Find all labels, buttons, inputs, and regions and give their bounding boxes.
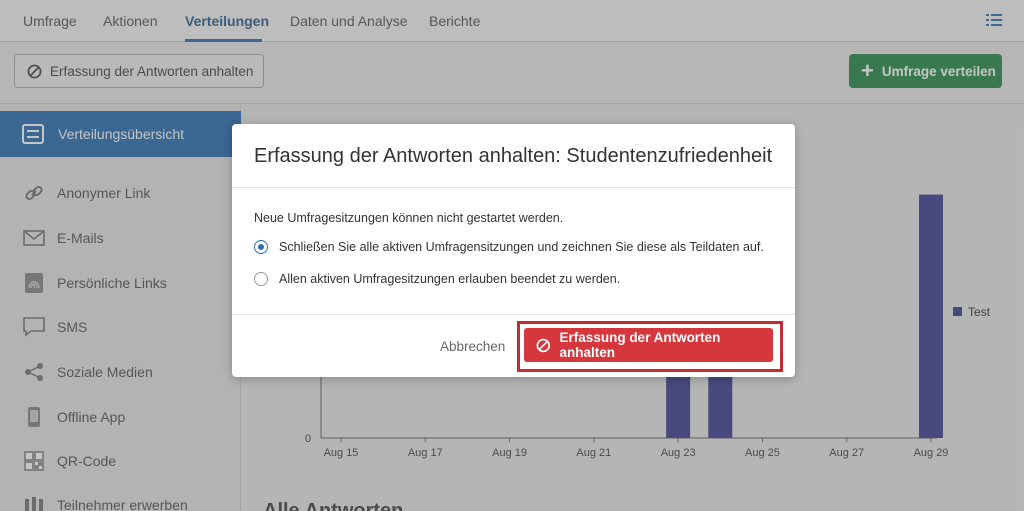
block-icon [536,338,551,352]
option-label: Allen aktiven Umfragesitzungen erlauben … [279,272,621,286]
divider [232,314,795,315]
dialog-title: Erfassung der Antworten anhalten: Studen… [254,145,773,167]
confirm-stop-button[interactable]: Erfassung der Antworten anhalten [524,328,773,362]
radio-button[interactable] [254,272,268,286]
divider [232,187,795,188]
option-allow-finish[interactable]: Allen aktiven Umfragesitzungen erlauben … [254,272,620,286]
stop-responses-dialog: Erfassung der Antworten anhalten: Studen… [232,124,795,377]
option-close-sessions[interactable]: Schließen Sie alle aktiven Umfragensitzu… [254,240,764,254]
confirm-stop-label: Erfassung der Antworten anhalten [559,330,721,360]
dialog-info-text: Neue Umfragesitzungen können nicht gesta… [254,211,564,225]
option-label: Schließen Sie alle aktiven Umfragensitzu… [279,240,764,254]
radio-button[interactable] [254,240,268,254]
cancel-button[interactable]: Abbrechen [440,339,505,354]
